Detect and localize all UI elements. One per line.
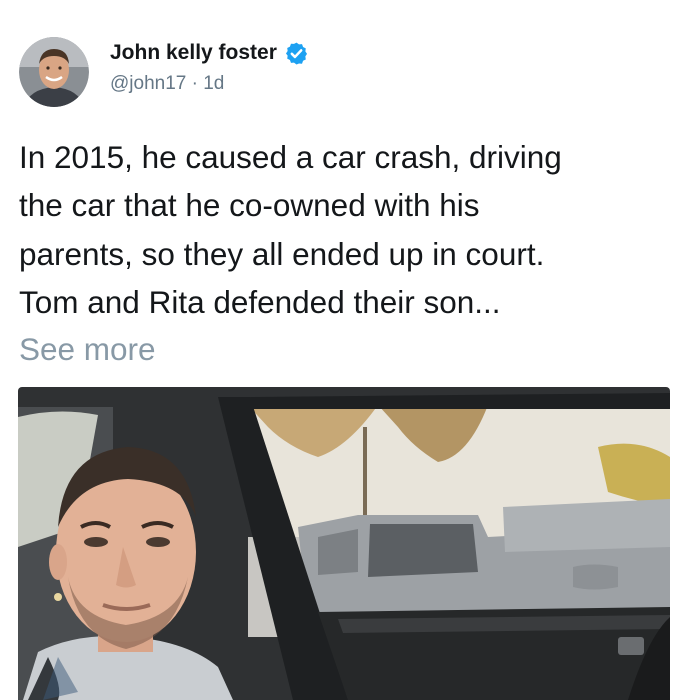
tweet-timestamp[interactable]: 1d [203, 73, 224, 94]
verified-badge-icon [285, 42, 307, 64]
author-row: John kelly foster [110, 40, 309, 66]
tweet-media[interactable] [18, 387, 670, 700]
author-name[interactable]: John kelly foster [110, 41, 277, 65]
avatar-photo [19, 37, 89, 107]
tweet-text: In 2015, he caused a car crash, driving … [19, 139, 562, 320]
tweet-card: John kelly foster @john17 · 1d In 2015, … [0, 0, 700, 700]
meta-separator: · [191, 73, 198, 94]
author-meta: @john17 · 1d [110, 73, 224, 95]
avatar[interactable] [19, 37, 89, 107]
author-handle[interactable]: @john17 [110, 73, 186, 94]
photo-man-in-car [18, 387, 670, 700]
see-more-link[interactable]: See more [19, 325, 156, 373]
